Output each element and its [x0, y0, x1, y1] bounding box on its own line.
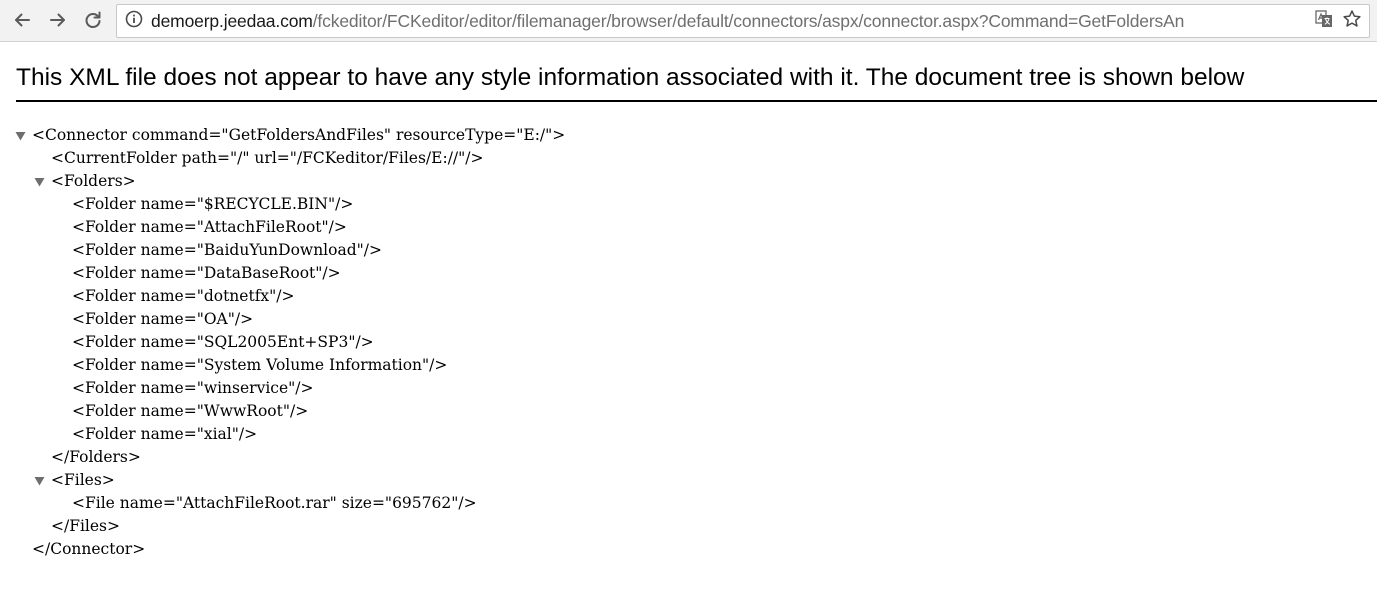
back-button[interactable] [7, 5, 37, 35]
xml-line: <Folder name="DataBaseRoot"/> [72, 264, 341, 282]
xml-line: <Folder name="WwwRoot"/> [72, 402, 309, 420]
xml-line: </Folders> [51, 448, 141, 466]
xml-line: <Folder name="dotnetfx"/> [72, 287, 295, 305]
back-arrow-icon [12, 10, 32, 30]
url-path: /fckeditor/FCKeditor/editor/filemanager/… [312, 11, 1185, 31]
xml-line: </Files> [51, 517, 120, 535]
forward-arrow-icon [48, 10, 68, 30]
forward-button[interactable] [43, 5, 73, 35]
translate-icon [1315, 9, 1333, 33]
reload-button[interactable] [78, 5, 108, 35]
address-bar[interactable]: demoerp.jeedaa.com/fckeditor/FCKeditor/e… [116, 4, 1370, 38]
xml-line: <Folders> [51, 172, 136, 190]
translate-button[interactable] [1313, 9, 1335, 33]
xml-line: <Files> [51, 471, 115, 489]
xml-line: <Folder name="AttachFileRoot"/> [72, 218, 347, 236]
xml-line: <Folder name="winservice"/> [72, 379, 314, 397]
xml-line: </Connector> [32, 540, 146, 558]
collapse-toggle-icon[interactable] [13, 124, 27, 147]
xml-line: <CurrentFolder path="/" url="/FCKeditor/… [51, 149, 484, 167]
url-text[interactable]: demoerp.jeedaa.com/fckeditor/FCKeditor/e… [151, 5, 1313, 37]
url-host: demoerp.jeedaa.com [151, 11, 313, 31]
xml-line: <Folder name="xial"/> [72, 425, 258, 443]
xml-style-notice: This XML file does not appear to have an… [16, 58, 1377, 102]
collapse-toggle-icon[interactable] [32, 170, 46, 193]
bookmark-star-button[interactable] [1341, 9, 1363, 34]
xml-line: <File name="AttachFileRoot.rar" size="69… [72, 494, 477, 512]
browser-toolbar: demoerp.jeedaa.com/fckeditor/FCKeditor/e… [0, 0, 1377, 42]
xml-line: <Folder name="OA"/> [72, 310, 254, 328]
reload-icon [83, 10, 103, 30]
star-icon [1342, 9, 1362, 34]
xml-line: <Folder name="SQL2005Ent+SP3"/> [72, 333, 374, 351]
xml-line: <Folder name="System Volume Information"… [72, 356, 448, 374]
xml-line: <Connector command="GetFoldersAndFiles" … [32, 126, 566, 144]
info-icon [125, 10, 143, 33]
site-info-button[interactable] [117, 5, 151, 37]
xml-line: <Folder name="BaiduYunDownload"/> [72, 241, 382, 259]
xml-line: <Folder name="$RECYCLE.BIN"/> [72, 195, 354, 213]
collapse-toggle-icon[interactable] [32, 469, 46, 492]
